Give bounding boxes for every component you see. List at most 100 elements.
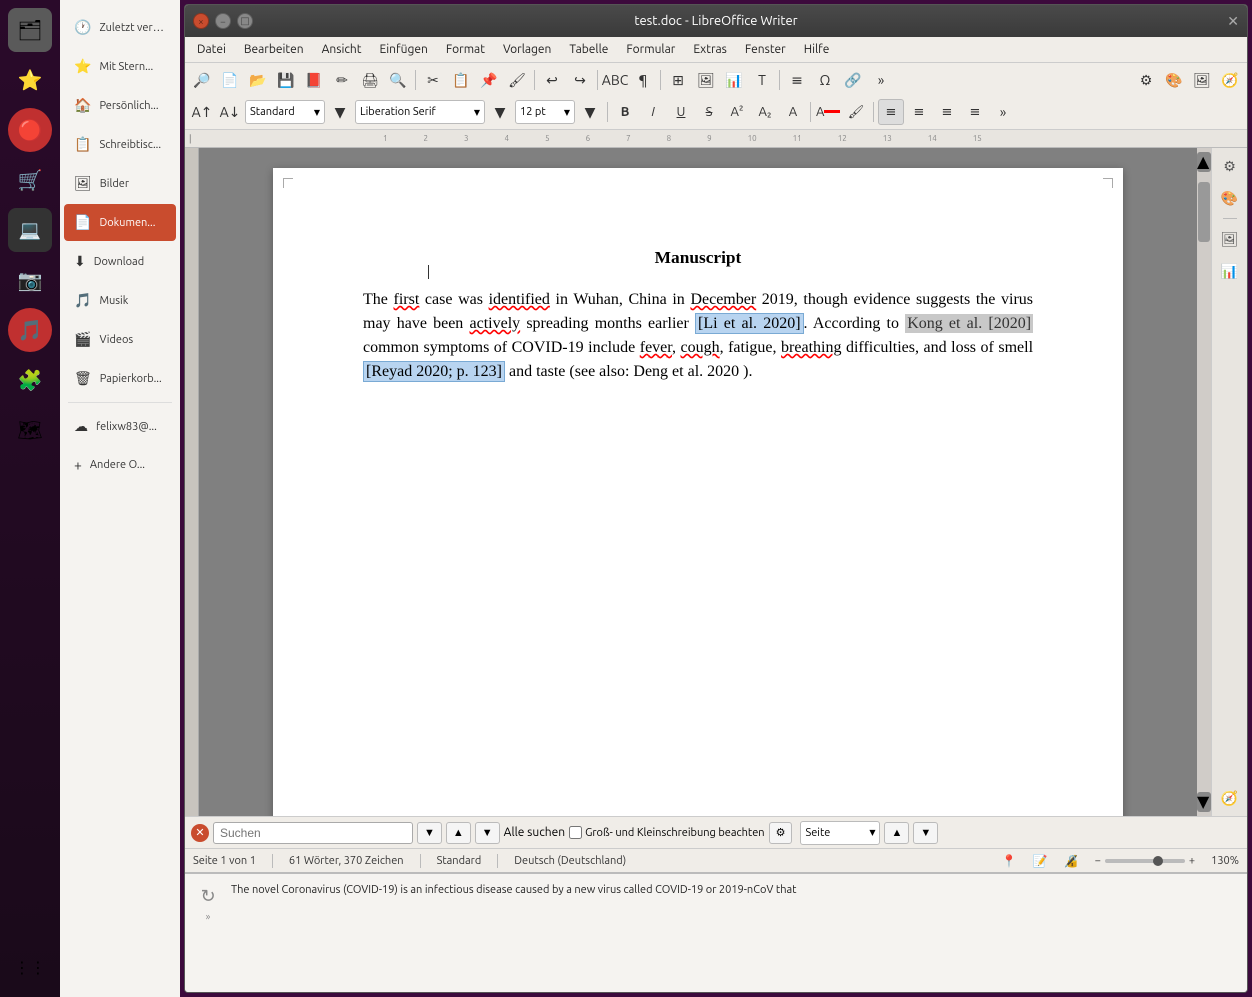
find-page-next-btn[interactable]: ▼ xyxy=(913,822,938,844)
dock-music[interactable]: 🎵 xyxy=(8,308,52,352)
dock-terminal[interactable]: 💻 xyxy=(8,208,52,252)
sidebar-item-music[interactable]: 🎵 Musik xyxy=(64,282,176,319)
export-pdf-btn[interactable]: 📕 xyxy=(301,67,327,93)
underline-btn[interactable]: U xyxy=(668,99,694,125)
zoom-in-btn[interactable]: + xyxy=(1189,855,1195,867)
size-dropdown[interactable]: 12 pt ▼ xyxy=(515,100,575,124)
document-body[interactable]: The first case was identified in Wuhan, … xyxy=(363,288,1033,384)
undo-btn[interactable]: ↩ xyxy=(539,67,565,93)
close-button[interactable]: × xyxy=(193,13,209,29)
dock-app-center[interactable]: 🛒 xyxy=(8,158,52,202)
new-btn[interactable]: 📄 xyxy=(217,67,243,93)
zoom-thumb[interactable] xyxy=(1153,856,1163,866)
align-left-btn[interactable]: ≡ xyxy=(878,99,904,125)
find-page-prev-btn[interactable]: ▲ xyxy=(884,822,909,844)
size-dropdown-btn[interactable]: ▼ xyxy=(577,99,603,125)
textbox-btn[interactable]: T xyxy=(749,67,775,93)
gallery-btn[interactable]: 🖼 xyxy=(1189,67,1215,93)
menu-format[interactable]: Format xyxy=(438,41,493,58)
extend-btn[interactable]: » xyxy=(868,67,894,93)
sidebar-item-desktop[interactable]: 📋 Schreibtisc... xyxy=(64,126,176,163)
bold-btn[interactable]: B xyxy=(612,99,638,125)
sidebar-item-cloud[interactable]: ☁ felixw83@... xyxy=(64,408,176,445)
spellcheck-btn[interactable]: ABC xyxy=(602,67,628,93)
scroll-up-btn[interactable]: ▲ xyxy=(1197,152,1211,172)
special-char-btn[interactable]: Ω xyxy=(812,67,838,93)
edit-mode-btn[interactable]: ✏ xyxy=(329,67,355,93)
scroll-down-btn[interactable]: ▼ xyxy=(1197,792,1211,812)
document-page[interactable]: Manuscript The first case was identified… xyxy=(273,168,1123,816)
strikethrough-btn[interactable]: S xyxy=(696,99,722,125)
save-btn[interactable]: 💾 xyxy=(273,67,299,93)
cut-btn[interactable]: ✂ xyxy=(420,67,446,93)
case-sensitive-checkbox[interactable] xyxy=(569,826,582,839)
open-btn[interactable]: 📂 xyxy=(245,67,271,93)
scroll-thumb[interactable] xyxy=(1198,182,1210,242)
align-center-btn[interactable]: ≡ xyxy=(906,99,932,125)
font-dropdown-btn[interactable]: ▼ xyxy=(487,99,513,125)
font-dropdown[interactable]: Liberation Serif ▼ xyxy=(355,100,485,124)
rp-styles-btn[interactable]: 🎨 xyxy=(1216,184,1244,212)
sidebar-item-documents[interactable]: 📄 Dokumen... xyxy=(64,204,176,241)
more-btn[interactable]: ≡ xyxy=(784,67,810,93)
style-dropdown[interactable]: Standard ▼ xyxy=(245,100,325,124)
find-input[interactable] xyxy=(213,822,413,844)
dock-files[interactable]: 🗂 xyxy=(8,8,52,52)
subscript-btn[interactable]: A₂ xyxy=(752,99,778,125)
font-color-btn[interactable]: A xyxy=(815,99,841,125)
style-dropdown-btn[interactable]: ▼ xyxy=(327,99,353,125)
properties-btn[interactable]: ⚙ xyxy=(1133,67,1159,93)
menu-tabelle[interactable]: Tabelle xyxy=(561,41,616,58)
hyperlink-btn[interactable]: 🔗 xyxy=(840,67,866,93)
align-justify-btn[interactable]: ≡ xyxy=(962,99,988,125)
dock-maps[interactable]: 🗺 xyxy=(8,408,52,452)
copy-btn[interactable]: 📋 xyxy=(448,67,474,93)
menu-datei[interactable]: Datei xyxy=(189,41,234,58)
rp-navigator-btn[interactable]: 🧭 xyxy=(1216,784,1244,812)
navigator-btn[interactable]: 🔎 xyxy=(189,67,215,93)
find-prev-btn[interactable]: ▲ xyxy=(446,822,471,844)
find-btn-tb[interactable]: 🔍 xyxy=(385,67,411,93)
table-btn[interactable]: ⊞ xyxy=(665,67,691,93)
menu-extras[interactable]: Extras xyxy=(685,41,735,58)
pilcrow-btn[interactable]: ¶ xyxy=(630,67,656,93)
menu-ansicht[interactable]: Ansicht xyxy=(314,41,370,58)
zoom-out-btn[interactable]: − xyxy=(1095,855,1101,867)
italic-btn[interactable]: I xyxy=(640,99,666,125)
sidebar-item-other[interactable]: + Andere O... xyxy=(64,447,176,483)
zoom-track[interactable] xyxy=(1105,859,1185,863)
sidebar-item-trash[interactable]: 🗑 Papierkorb... xyxy=(64,360,176,397)
rp-properties-btn[interactable]: ⚙ xyxy=(1216,152,1244,180)
document-scroll[interactable]: Manuscript The first case was identified… xyxy=(199,148,1197,816)
navigator-side-btn[interactable]: 🧭 xyxy=(1217,67,1243,93)
menu-bearbeiten[interactable]: Bearbeiten xyxy=(236,41,312,58)
menu-formular[interactable]: Formular xyxy=(618,41,683,58)
sidebar-item-starred[interactable]: ⭐ Mit Stern... xyxy=(64,48,176,85)
print-btn[interactable]: 🖨 xyxy=(357,67,383,93)
find-close-btn[interactable]: ✕ xyxy=(191,824,209,842)
menu-einfuegen[interactable]: Einfügen xyxy=(372,41,436,58)
inc-font-size-btn[interactable]: A↑ xyxy=(189,99,215,125)
more-fmt-btn[interactable]: » xyxy=(990,99,1016,125)
menu-vorlagen[interactable]: Vorlagen xyxy=(495,41,559,58)
menu-fenster[interactable]: Fenster xyxy=(737,41,794,58)
scroll-track[interactable] xyxy=(1197,172,1211,792)
sidebar-item-personal[interactable]: 🏠 Persönlich... xyxy=(64,87,176,124)
expand-icon[interactable]: » xyxy=(206,911,211,922)
find-next-btn[interactable]: ▼ xyxy=(475,822,500,844)
clear-fmt-btn[interactable]: A xyxy=(780,99,806,125)
styles-btn[interactable]: 🎨 xyxy=(1161,67,1187,93)
case-sensitive-check[interactable]: Groß- und Kleinschreibung beachten xyxy=(569,826,764,839)
chart-btn[interactable]: 📊 xyxy=(721,67,747,93)
image-btn[interactable]: 🖼 xyxy=(693,67,719,93)
find-dropdown-btn[interactable]: ▼ xyxy=(417,822,442,844)
paste-btn[interactable]: 📌 xyxy=(476,67,502,93)
dock-media[interactable]: 🔴 xyxy=(8,108,52,152)
redo-btn[interactable]: ↪ xyxy=(567,67,593,93)
highlight-btn[interactable]: 🖌 xyxy=(843,99,869,125)
dock-starred[interactable]: ⭐ xyxy=(8,58,52,102)
align-right-btn[interactable]: ≡ xyxy=(934,99,960,125)
find-options-btn[interactable]: ⚙ xyxy=(769,822,793,844)
vertical-scrollbar[interactable]: ▲ ▼ xyxy=(1197,148,1211,816)
dec-font-size-btn[interactable]: A↓ xyxy=(217,99,243,125)
